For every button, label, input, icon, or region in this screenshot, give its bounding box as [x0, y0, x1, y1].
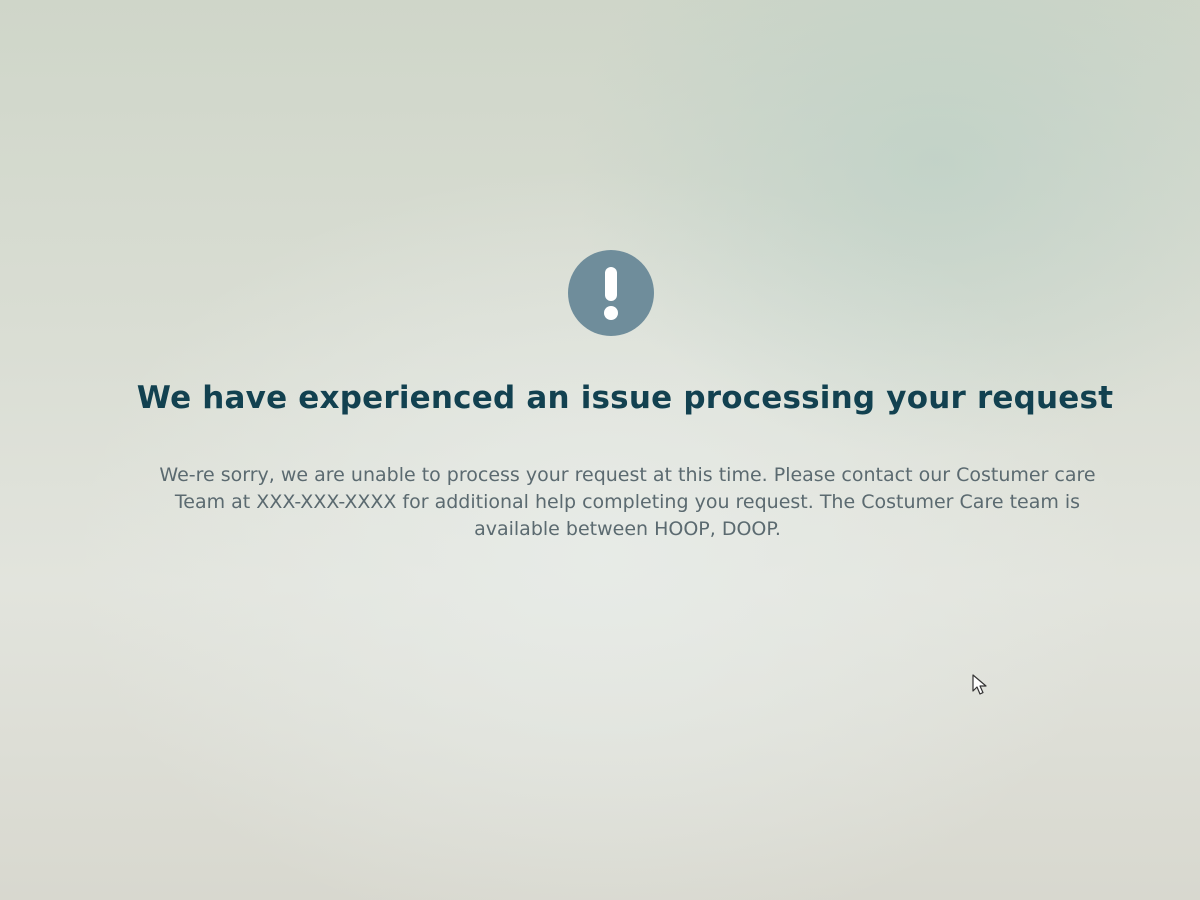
mouse-pointer-icon: [972, 674, 988, 696]
error-screen: We have experienced an issue processing …: [0, 0, 1200, 900]
error-message: We-re sorry, we are unable to process yo…: [159, 464, 1096, 540]
error-title: We have experienced an issue processing …: [136, 380, 1114, 416]
exclamation-circle-icon: [568, 250, 654, 336]
